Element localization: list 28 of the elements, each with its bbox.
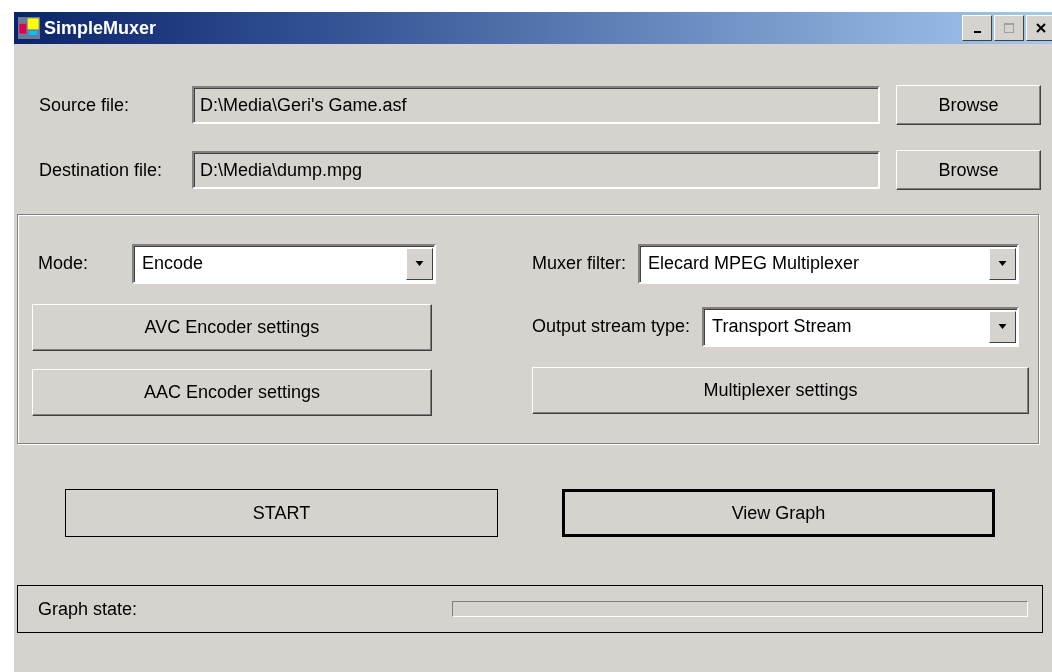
- view-graph-button[interactable]: View Graph: [562, 489, 995, 537]
- mode-dropdown[interactable]: Encode: [132, 243, 436, 284]
- avc-settings-button[interactable]: AVC Encoder settings: [32, 304, 432, 351]
- field-label: Muxer filter:: [532, 253, 627, 274]
- window-title: SimpleMuxer: [44, 17, 157, 39]
- stream-type-dropdown[interactable]: Transport Stream: [702, 306, 1019, 347]
- file-path-field[interactable]: D:\Media\dump.mpg: [192, 151, 880, 189]
- dropdown-arrow-icon: [998, 261, 1007, 266]
- field-label: Source file:: [38, 94, 131, 116]
- minimize-button[interactable]: [962, 15, 992, 41]
- start-button[interactable]: START: [65, 489, 498, 537]
- dropdown-arrow-icon: [415, 261, 424, 266]
- dropdown-arrow-icon: [998, 324, 1007, 329]
- close-icon: [1035, 22, 1047, 34]
- field-label: Output stream type:: [532, 316, 691, 337]
- aac-settings-button[interactable]: AAC Encoder settings: [32, 369, 432, 416]
- field-label: Destination file:: [38, 159, 164, 181]
- close-button[interactable]: [1026, 15, 1052, 41]
- minimize-icon: [973, 31, 981, 33]
- status-label: Graph state:: [38, 598, 139, 620]
- browse-button[interactable]: Browse: [896, 150, 1041, 190]
- browse-button[interactable]: Browse: [896, 85, 1041, 125]
- muxer-filter-dropdown[interactable]: Elecard MPEG Multiplexer: [638, 243, 1019, 284]
- file-path-field[interactable]: D:\Media\Geri's Game.asf: [192, 86, 880, 124]
- maximize-icon: [1003, 22, 1015, 34]
- field-label: Mode:: [37, 253, 90, 274]
- app-icon: [18, 17, 40, 39]
- multiplexer-settings-button[interactable]: Multiplexer settings: [532, 367, 1029, 414]
